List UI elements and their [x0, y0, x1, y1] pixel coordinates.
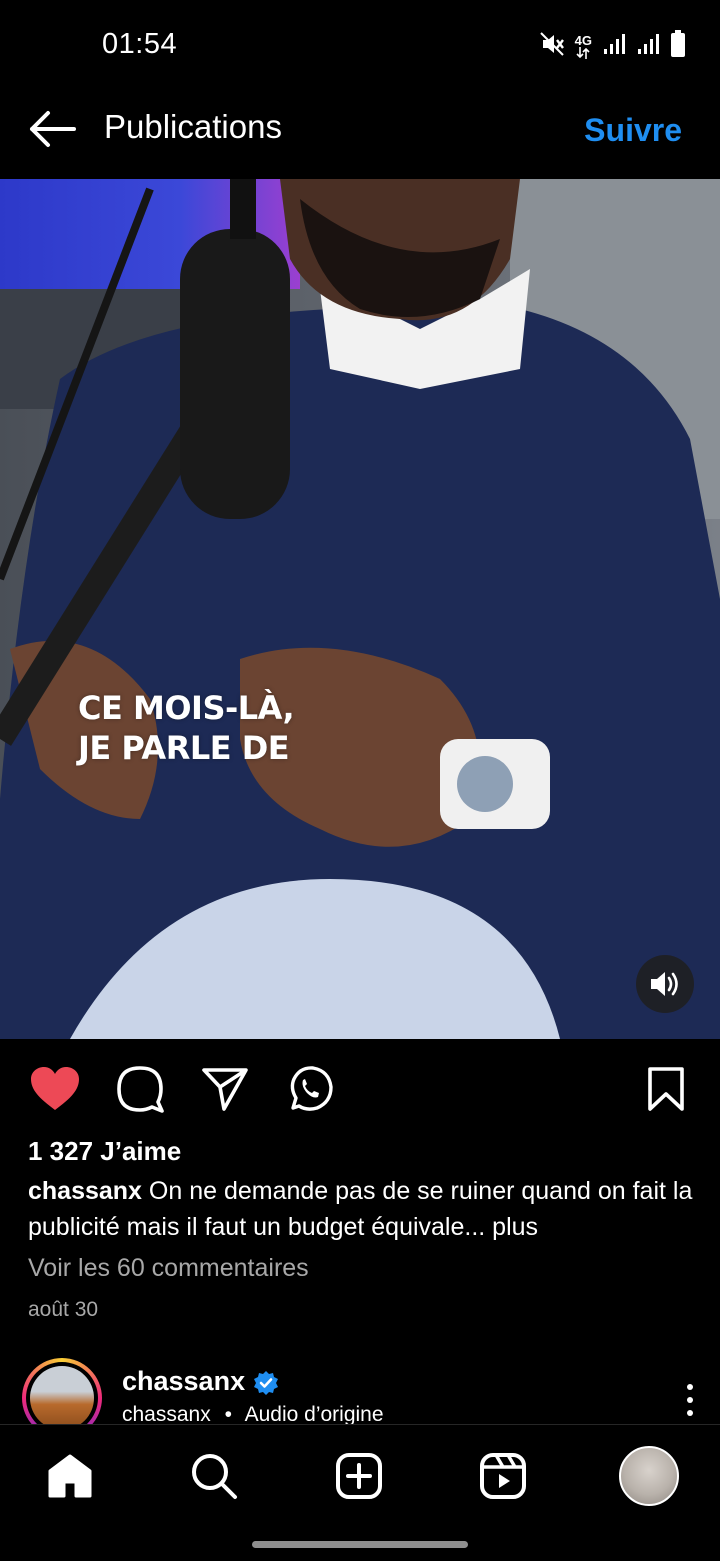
comment-button[interactable] [113, 1063, 167, 1115]
nav-profile-avatar[interactable] [619, 1446, 679, 1506]
reel-video[interactable]: CE MOIS-LÀ, JE PARLE DE [0, 179, 720, 1039]
page-title: Publications [104, 108, 282, 145]
heart-filled-icon [31, 1067, 79, 1110]
verified-badge-icon [253, 1370, 279, 1396]
audio-label: Audio d’origine [244, 1403, 384, 1426]
home-indicator[interactable] [252, 1541, 468, 1548]
author-username[interactable]: chassanx [122, 1366, 245, 1397]
mute-icon [539, 31, 565, 62]
view-comments-link[interactable]: Voir les 60 commentaires [28, 1254, 309, 1283]
status-time: 01:54 [102, 28, 178, 60]
back-button[interactable] [26, 108, 78, 150]
video-caption-line: CE MOIS-LÀ, [78, 689, 295, 727]
reels-icon [480, 1453, 526, 1499]
comment-icon [117, 1066, 164, 1113]
caption-more-link[interactable]: plus [485, 1213, 538, 1241]
signal-icon [636, 32, 660, 61]
video-frame [0, 179, 720, 1039]
whatsapp-share-button[interactable] [283, 1063, 337, 1115]
save-button[interactable] [640, 1063, 692, 1115]
signal-icon [602, 32, 626, 61]
post-date: août 30 [28, 1298, 99, 1321]
nav-create[interactable] [331, 1448, 387, 1504]
caption-username[interactable]: chassanx [28, 1177, 142, 1205]
battery-icon [670, 30, 686, 63]
nav-home[interactable] [42, 1448, 98, 1504]
audio-username: chassanx [122, 1403, 211, 1426]
more-vertical-icon [687, 1384, 693, 1416]
sound-toggle-button[interactable] [636, 955, 694, 1013]
nav-search[interactable] [186, 1448, 242, 1504]
bookmark-icon [648, 1067, 684, 1111]
audio-separator: • [224, 1403, 232, 1426]
whatsapp-icon [290, 1066, 333, 1111]
share-icon [202, 1068, 248, 1111]
video-caption-line: JE PARLE DE [78, 729, 290, 767]
share-button[interactable] [198, 1063, 252, 1115]
nav-reels[interactable] [475, 1448, 531, 1504]
more-options-button[interactable] [678, 1382, 702, 1418]
status-icons: 4G [539, 30, 686, 63]
arrow-left-icon [30, 111, 76, 147]
follow-button[interactable]: Suivre [584, 112, 682, 149]
avatar [30, 1366, 94, 1430]
create-icon [336, 1453, 382, 1499]
speaker-icon [651, 972, 678, 996]
4g-icon: 4G [575, 34, 592, 59]
home-icon [48, 1454, 92, 1498]
video-caption: CE MOIS-LÀ, JE PARLE DE [78, 688, 295, 768]
post-caption: chassanx On ne demande pas de se ruiner … [28, 1173, 698, 1245]
search-icon [192, 1454, 237, 1499]
like-count[interactable]: 1 327 J’aime [28, 1136, 181, 1167]
like-button[interactable] [28, 1063, 82, 1115]
